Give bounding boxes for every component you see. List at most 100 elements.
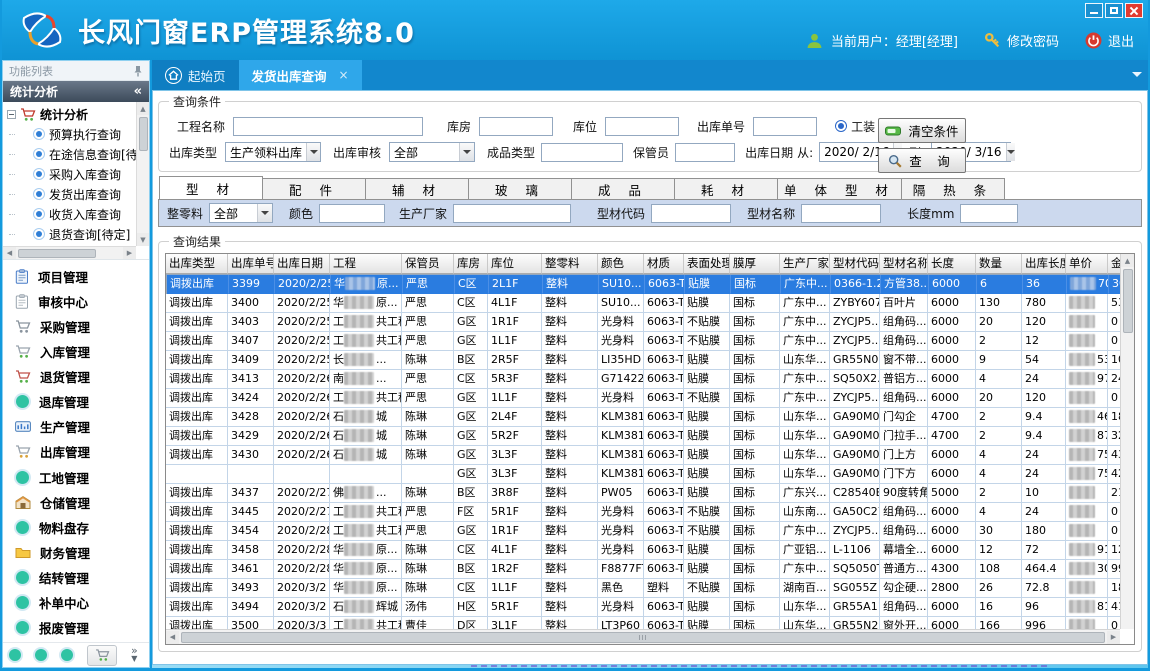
manufacturer-input[interactable] (453, 204, 571, 223)
sidebar-item[interactable]: 生产管理 (15, 417, 149, 436)
table-row[interactable]: 调拨出库34002020/2/25华原...严思C区4L1F整料SU10...6… (166, 294, 1120, 313)
minimize-button[interactable] (1085, 3, 1103, 18)
grid-horizontal-scrollbar[interactable]: ◀ ▶ (166, 629, 1120, 644)
scroll-down-icon[interactable]: ▼ (137, 233, 150, 246)
table-row[interactable]: 调拨出库34542020/2/28工共工程严思G区1R1F整料光身料6063-T… (166, 522, 1120, 541)
column-header[interactable]: 整零料 (542, 254, 598, 274)
scroll-right-icon[interactable]: ▶ (1107, 631, 1120, 644)
tab-close-icon[interactable]: × (339, 68, 349, 82)
table-row[interactable]: 调拨出库34132020/2/26南...严思C区5R3F整料G71422606… (166, 370, 1120, 389)
material-subtab[interactable]: 单 体 型 材 (777, 178, 902, 199)
table-row[interactable]: 调拨出库34942020/3/2石辉城汤伟H区5R1F整料光身料6063-T5贴… (166, 598, 1120, 617)
tab-list-caret-icon[interactable] (1132, 72, 1142, 82)
scroll-left-icon[interactable]: ◀ (3, 247, 16, 260)
table-row[interactable]: 调拨出库34072020/2/25工共工程严思G区1L1F整料光身料6063-T… (166, 332, 1120, 351)
project-name-input[interactable] (233, 117, 423, 136)
table-row[interactable]: 调拨出库34372020/2/27佛...陈琳B区3R8F整料PW056063-… (166, 484, 1120, 503)
profile-name-input[interactable] (801, 204, 881, 223)
material-subtab[interactable]: 辅 材 (365, 178, 469, 199)
material-subtab[interactable]: 型 材 (159, 176, 263, 199)
sidebar-item[interactable]: 退货管理 (15, 367, 149, 386)
column-header[interactable]: 表面处理 (684, 254, 730, 274)
audit-select[interactable]: 全部 (389, 142, 475, 162)
column-header[interactable]: 颜色 (598, 254, 644, 274)
sidebar-item[interactable]: 采购管理 (15, 317, 149, 336)
column-header[interactable]: 单价 (1066, 254, 1108, 274)
tree-item[interactable]: 在途信息查询[待 (7, 144, 136, 164)
column-header[interactable]: 出库类型 (166, 254, 228, 274)
length-input[interactable] (960, 204, 1018, 223)
radio-work-label[interactable]: 工装 (851, 118, 875, 135)
material-subtab[interactable]: 隔 热 条 (901, 178, 1005, 199)
column-header[interactable]: 膜厚 (730, 254, 780, 274)
column-header[interactable]: 出库日期 (274, 254, 330, 274)
nav-dot-icon[interactable] (61, 649, 73, 661)
column-header[interactable]: 库房 (454, 254, 488, 274)
cart-shortcut-button[interactable] (87, 645, 117, 666)
sidebar-item[interactable]: 物料盘存 (15, 518, 149, 537)
product-type-input[interactable] (541, 143, 623, 162)
tree-item[interactable]: 退货查询[待定] (7, 224, 136, 244)
sidebar-item[interactable]: 财务管理 (15, 543, 149, 562)
nav-dot-icon[interactable] (9, 649, 21, 661)
tab-shipment-outbound-query[interactable]: 发货出库查询 × (239, 60, 362, 90)
material-subtab[interactable]: 玻 璃 (468, 178, 572, 199)
warehouse-input[interactable] (479, 117, 553, 136)
table-row[interactable]: 调拨出库34582020/2/28华原...陈琳C区4L1F整料光身料6063-… (166, 541, 1120, 560)
column-header[interactable]: 型材名称 (880, 254, 928, 274)
tree-vertical-scrollbar[interactable]: ▲ ▼ (136, 102, 149, 246)
collapse-icon[interactable]: « (134, 84, 142, 99)
close-button[interactable] (1125, 3, 1143, 18)
grid-vertical-scrollbar[interactable]: ▲ (1120, 254, 1134, 629)
scroll-up-icon[interactable]: ▲ (1121, 254, 1134, 267)
material-subtab[interactable]: 成 品 (571, 178, 675, 199)
table-row[interactable]: 调拨出库34612020/2/28华原...陈琳B区1R2F整料F8877FT6… (166, 560, 1120, 579)
column-header[interactable]: 工程 (330, 254, 402, 274)
clear-conditions-button[interactable]: 清空条件 (878, 118, 966, 143)
tree-root[interactable]: 统计分析 (7, 104, 136, 124)
radio-work-clothes[interactable] (835, 120, 847, 132)
material-subtab[interactable]: 配 件 (262, 178, 366, 199)
sidebar-item[interactable]: 项目管理 (15, 267, 149, 286)
scroll-right-icon[interactable]: ▶ (123, 247, 136, 260)
sidebar-item[interactable]: 结转管理 (15, 568, 149, 587)
maximize-button[interactable] (1105, 3, 1123, 18)
change-password-button[interactable]: 修改密码 (984, 31, 1059, 50)
tree-item[interactable]: 收货入库查询 (7, 204, 136, 224)
table-row[interactable]: 调拨出库34032020/2/25工共工程严思G区1R1F整料光身料6063-T… (166, 313, 1120, 332)
tree-horizontal-scrollbar[interactable]: ◀ ▶ (3, 246, 136, 259)
keeper-input[interactable] (675, 143, 735, 162)
nav-dot-icon[interactable] (35, 649, 47, 661)
tree-expand-icon[interactable] (7, 110, 16, 119)
sidebar-item[interactable]: 报废管理 (15, 618, 149, 637)
color-input[interactable] (319, 204, 385, 223)
table-row[interactable]: 调拨出库34452020/2/27工共工程严思F区5R1F整料光身料6063-T… (166, 503, 1120, 522)
location-input[interactable] (605, 117, 679, 136)
profile-code-input[interactable] (651, 204, 731, 223)
column-header[interactable]: 材质 (644, 254, 684, 274)
tree-item[interactable]: 预算执行查询 (7, 124, 136, 144)
sidebar-item[interactable]: 仓储管理 (15, 493, 149, 512)
column-header[interactable]: 出库单号 (228, 254, 274, 274)
table-row[interactable]: 调拨出库34292020/2/26石城陈琳G区5R2F整料KLM38176063… (166, 427, 1120, 446)
order-no-input[interactable] (753, 117, 817, 136)
column-header[interactable]: 长度 (928, 254, 976, 274)
pin-icon[interactable] (133, 65, 143, 77)
logout-button[interactable]: 退出 (1085, 31, 1134, 50)
table-row[interactable]: 调拨出库33992020/2/25华原...严思C区2L1F整料SU10...6… (166, 274, 1120, 294)
column-header[interactable]: 保管员 (402, 254, 454, 274)
sidebar-item[interactable]: 退库管理 (15, 392, 149, 411)
whole-part-select[interactable]: 全部 (209, 203, 273, 223)
table-row[interactable]: 调拨出库35002020/3/3工共工程曹佳D区3L1F整料LT3P606063… (166, 617, 1120, 629)
sidebar-item[interactable]: 补单中心 (15, 593, 149, 612)
sidebar-item[interactable]: 出库管理 (15, 442, 149, 461)
tab-home[interactable]: 起始页 (152, 60, 239, 90)
table-row[interactable]: 调拨出库34092020/2/25长...陈琳B区2R5F整料LI35HD606… (166, 351, 1120, 370)
scroll-left-icon[interactable]: ◀ (166, 631, 179, 644)
search-button[interactable]: 查 询 (878, 148, 966, 173)
tree-item[interactable]: 采购入库查询 (7, 164, 136, 184)
outbound-type-select[interactable]: 生产领料出库 (225, 142, 321, 162)
column-header[interactable]: 金 (1108, 254, 1120, 274)
sidebar-item[interactable]: 审核中心 (15, 292, 149, 311)
table-row[interactable]: 调拨出库34242020/2/26工共工程严思G区1L1F整料光身料6063-T… (166, 389, 1120, 408)
